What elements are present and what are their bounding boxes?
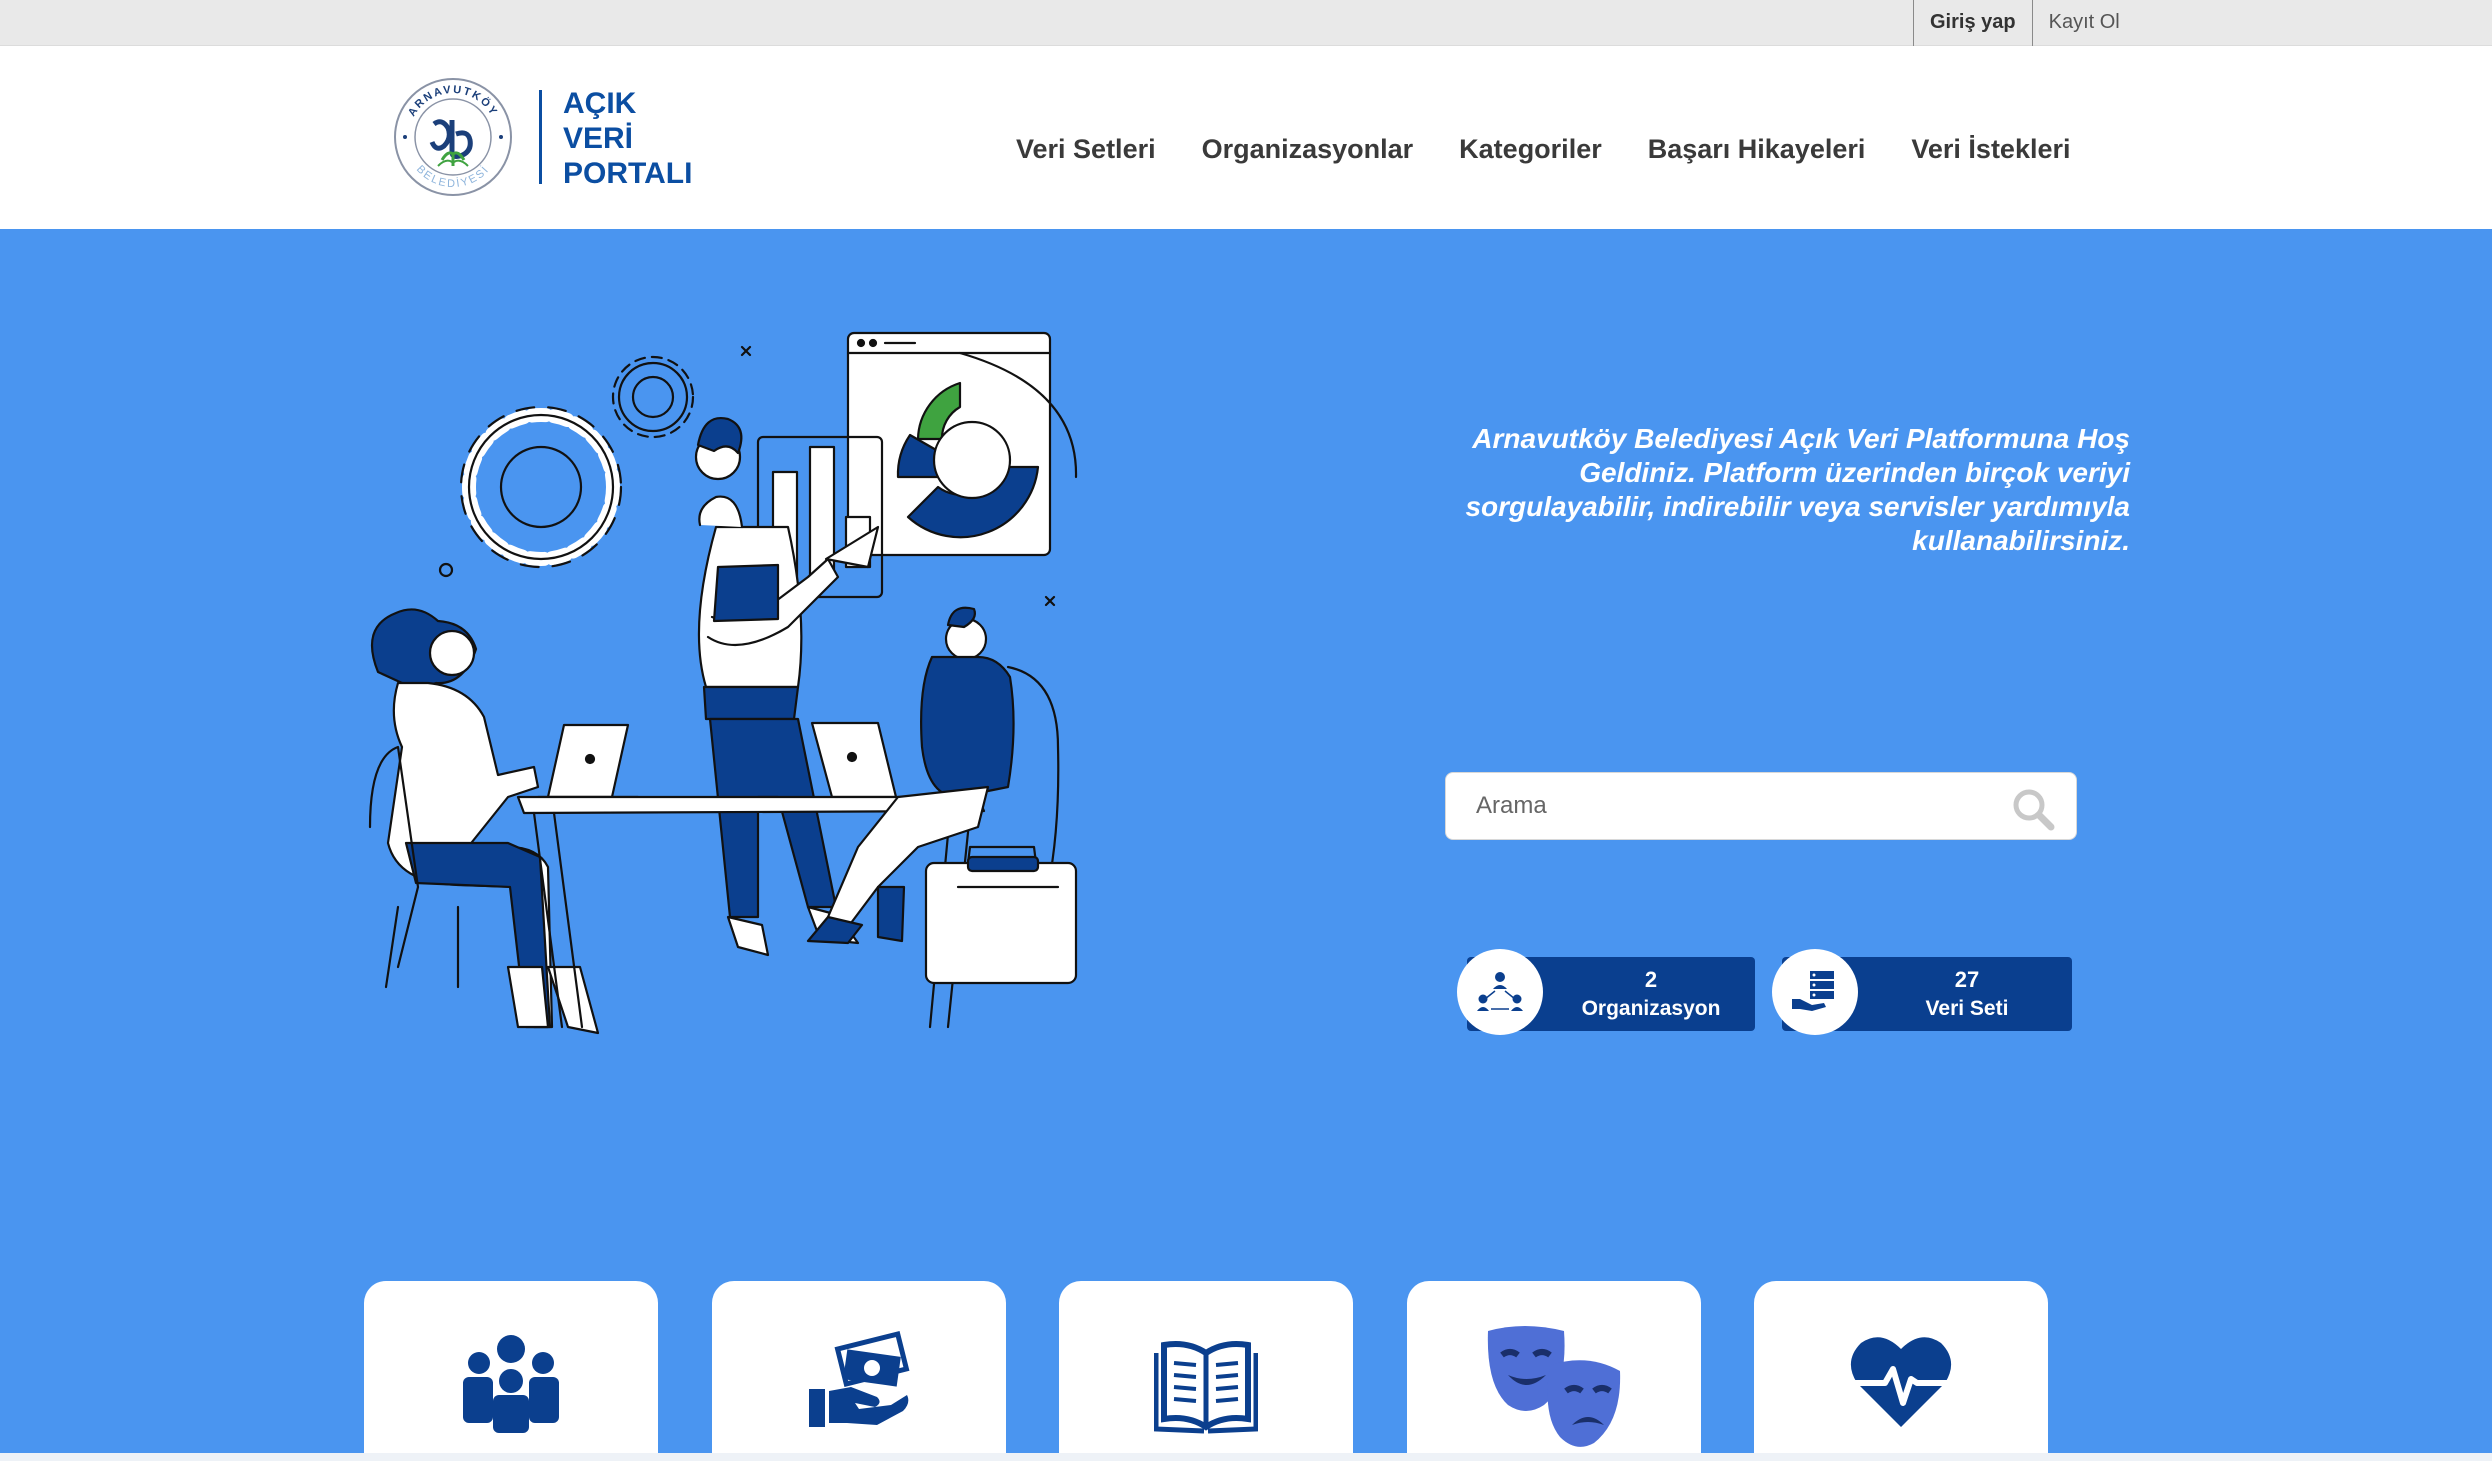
organization-count: 2 [1644,967,1658,992]
dataset-count: 27 [1954,967,1980,992]
heart-pulse-icon [1850,1337,1952,1427]
nav-organizations[interactable]: Organizasyonlar [1202,134,1414,165]
nav-data-requests[interactable]: Veri İstekleri [1911,134,2070,165]
category-card-people[interactable] [364,1281,658,1461]
municipality-logo[interactable]: ARNAVUTKÖY BELEDİYESİ [392,76,514,198]
dataset-count-stat[interactable]: 27 Veri Seti [1772,949,2072,1035]
category-card-culture[interactable] [1407,1281,1701,1461]
money-hand-icon [809,1331,910,1427]
brand-line-1: AÇIK [563,87,637,120]
category-card-health[interactable] [1754,1281,2048,1461]
people-group-icon [463,1335,559,1433]
brand-divider [539,90,542,184]
brand-line-3: PORTALI [563,157,693,190]
search-box [1445,772,2077,840]
register-link[interactable]: Kayıt Ol [2031,0,2136,46]
welcome-text: Arnavutköy Belediyesi Açık Veri Platform… [1465,423,2130,556]
theater-masks-icon [1487,1326,1621,1447]
category-card-education[interactable] [1059,1281,1353,1461]
auth-links: Giriş yap Kayıt Ol [1913,0,2136,46]
login-link[interactable]: Giriş yap [1913,0,2032,46]
hero-section: Arnavutköy Belediyesi Açık Veri Platform… [0,229,2492,1461]
dataset-count-label: Veri Seti [1925,997,2009,1020]
large-gear-icon [459,405,623,569]
team-analytics-illustration [368,331,1078,1035]
page-bottom-edge [0,1453,2492,1461]
woman-with-laptop-figure [368,608,600,1035]
briefcase-icon [924,845,1078,985]
search-icon[interactable] [2011,787,2055,831]
category-card-finance[interactable] [712,1281,1006,1461]
brand-title[interactable]: AÇIK VERİ PORTALI [563,86,692,191]
top-utility-bar: Giriş yap Kayıt Ol [0,0,2492,46]
organization-network-icon [1457,949,1543,1035]
main-nav: Veri Setleri Organizasyonlar Kategoriler… [1016,134,2117,165]
site-header: ARNAVUTKÖY BELEDİYESİ AÇIK VERİ PORTALI … [0,46,2492,229]
nav-datasets[interactable]: Veri Setleri [1016,134,1156,165]
nav-success-stories[interactable]: Başarı Hikayeleri [1648,134,1866,165]
open-book-icon [1154,1341,1258,1434]
brand-line-2: VERİ [563,122,634,155]
dataset-server-hand-icon [1772,949,1858,1035]
organization-count-label: Organizasyon [1581,997,1721,1020]
organization-count-stat[interactable]: 2 Organizasyon [1457,949,1755,1035]
small-gear-icon [611,355,695,439]
nav-categories[interactable]: Kategoriler [1459,134,1602,165]
search-input[interactable] [1476,773,1996,839]
